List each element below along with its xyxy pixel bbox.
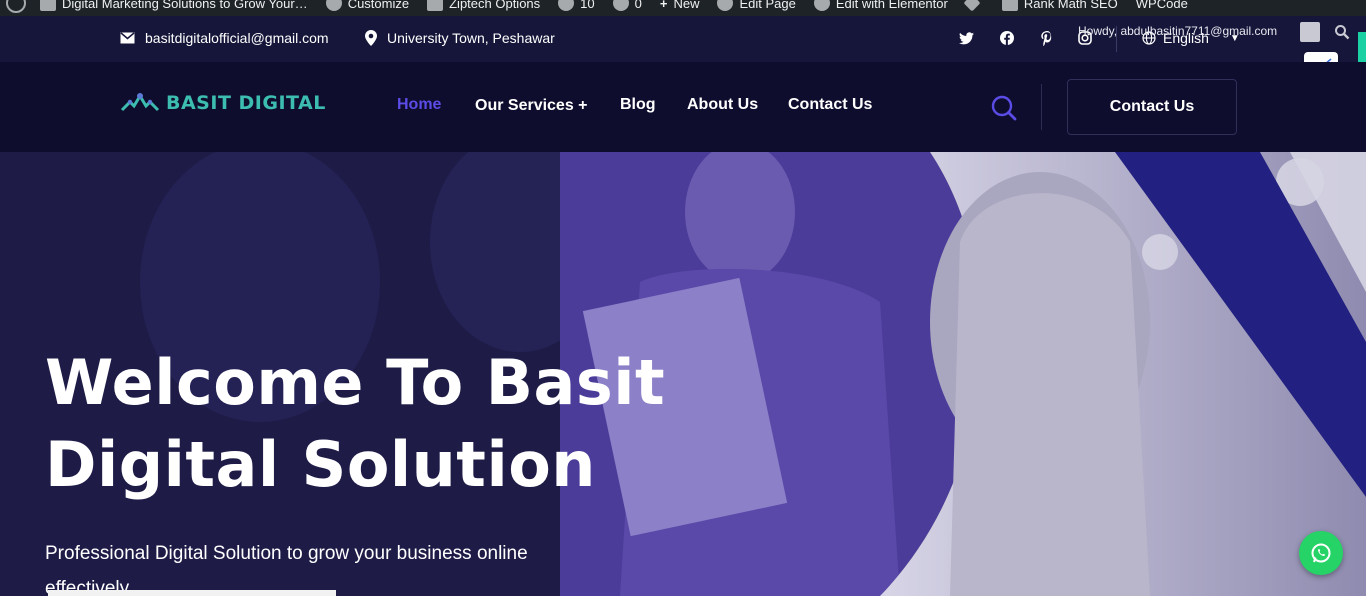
logo-mark-icon xyxy=(120,93,160,112)
admin-howdy[interactable]: Howdy, abdulbasitin7711@gmail.com xyxy=(1078,24,1277,38)
site-header: BASIT DIGITAL Home Our Services + Blog A… xyxy=(0,62,1366,152)
admin-new-link[interactable]: + New xyxy=(660,0,700,11)
nav-contact-us[interactable]: Contact Us xyxy=(788,96,872,114)
whatsapp-chat-button[interactable] xyxy=(1299,531,1343,575)
options-icon xyxy=(427,0,444,11)
admin-theme-options-link[interactable]: Ziptech Options xyxy=(427,0,540,11)
elementor-icon xyxy=(813,0,830,11)
address-text: University Town, Peshawar xyxy=(387,30,555,46)
wp-admin-bar: Digital Marketing Solutions to Grow Your… xyxy=(0,0,1366,16)
search-icon[interactable] xyxy=(1334,24,1350,43)
bottom-preview-strip xyxy=(48,590,336,596)
admin-comments-link[interactable]: 0 xyxy=(612,0,642,11)
facebook-icon[interactable] xyxy=(999,30,1015,46)
hero-title: Welcome To Basit Digital Solution xyxy=(45,342,665,506)
hero-title-line-2: Digital Solution xyxy=(45,428,596,501)
contact-us-button[interactable]: Contact Us xyxy=(1067,79,1237,135)
admin-customize-link[interactable]: Customize xyxy=(325,0,409,11)
nav-blog[interactable]: Blog xyxy=(620,96,656,114)
admin-rankmath-link[interactable]: Rank Math SEO xyxy=(1001,0,1118,11)
hero-subtitle: Professional Digital Solution to grow yo… xyxy=(45,543,528,596)
hero-section: Welcome To Basit Digital Solution Profes… xyxy=(0,152,1366,596)
admin-wpcode-link[interactable]: WPCode xyxy=(1136,0,1188,11)
nav-home[interactable]: Home xyxy=(397,96,441,114)
wordpress-logo-icon[interactable] xyxy=(6,0,26,13)
admin-diamond-link[interactable] xyxy=(963,0,984,12)
twitter-icon[interactable] xyxy=(958,30,974,46)
map-pin-icon xyxy=(365,30,377,46)
site-logo[interactable]: BASIT DIGITAL xyxy=(120,92,326,114)
admin-updates-link[interactable]: 10 xyxy=(558,0,595,11)
pinterest-icon[interactable] xyxy=(1039,30,1055,46)
envelope-icon xyxy=(120,32,135,44)
email-text: basitdigitalofficial@gmail.com xyxy=(145,30,329,46)
plus-icon: + xyxy=(659,0,668,11)
nav-about-us[interactable]: About Us xyxy=(687,96,758,114)
avatar[interactable] xyxy=(1300,22,1320,42)
address-contact: University Town, Peshawar xyxy=(365,30,555,46)
brush-icon xyxy=(325,0,342,11)
header-divider xyxy=(1041,84,1042,130)
hero-title-line-1: Welcome To Basit xyxy=(45,346,666,419)
nav-our-services[interactable]: Our Services + xyxy=(475,97,588,115)
logo-text: BASIT DIGITAL xyxy=(166,92,326,114)
diamond-icon xyxy=(963,0,981,12)
top-info-bar: basitdigitalofficial@gmail.com Universit… xyxy=(0,16,1366,94)
admin-site-link[interactable]: Digital Marketing Solutions to Grow Your… xyxy=(40,0,308,11)
email-contact[interactable]: basitdigitalofficial@gmail.com xyxy=(120,30,329,46)
pencil-icon xyxy=(717,0,734,11)
admin-elementor-link[interactable]: Edit with Elementor xyxy=(813,0,948,11)
admin-edit-page-link[interactable]: Edit Page xyxy=(717,0,796,11)
home-icon xyxy=(40,0,56,11)
rank-math-icon xyxy=(1001,0,1018,11)
comment-icon xyxy=(612,0,629,11)
updates-icon xyxy=(558,0,575,11)
whatsapp-icon xyxy=(1311,543,1331,563)
header-search-icon[interactable] xyxy=(990,94,1018,122)
